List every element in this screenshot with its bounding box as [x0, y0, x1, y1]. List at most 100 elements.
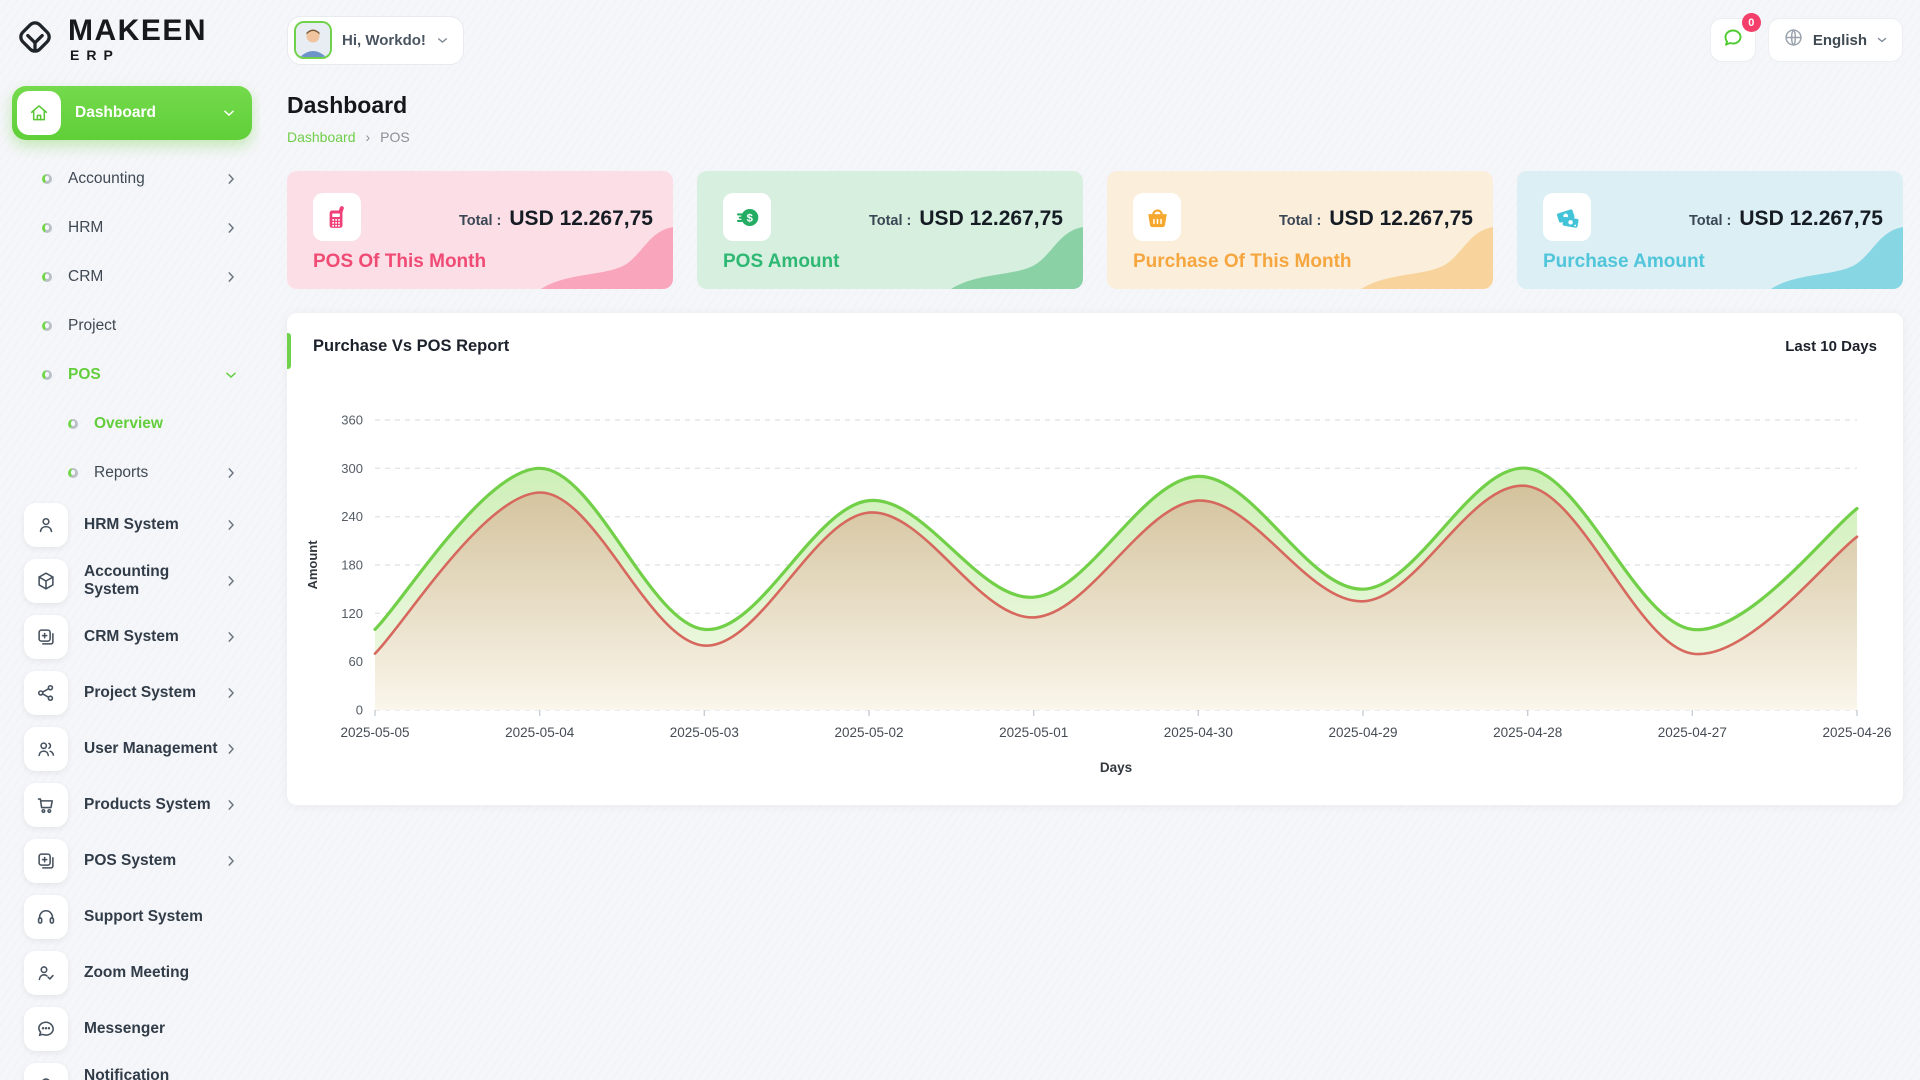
chevron-down-icon [1876, 34, 1888, 46]
chevron-right-icon [224, 686, 238, 700]
chevron-down-icon [224, 368, 238, 382]
sidebar-item-label: Messenger [84, 1020, 238, 1038]
sidebar-item-label: Project System [84, 684, 224, 702]
brand-mark-icon [12, 14, 58, 65]
bullet-icon [42, 321, 52, 331]
sidebar-item-label: Project [68, 317, 238, 335]
sidebar-item-label: Notification Template [84, 1067, 238, 1080]
breadcrumb-separator: › [366, 129, 371, 145]
chart-card: Purchase Vs POS Report Last 10 Days 0 60 1… [287, 313, 1903, 805]
chevron-right-icon [224, 466, 238, 480]
sidebar-menu: Dashboard Accounting HRM CRM Project POS Overv… [0, 66, 260, 1080]
chart-title: Purchase Vs POS Report [313, 337, 509, 356]
sidebar: MAKEEN ERP Dashboard Accounting HRM CRM Proj… [0, 0, 260, 1080]
sidebar-item-reports[interactable]: Reports [12, 448, 252, 497]
globe-icon [1783, 27, 1804, 53]
total-label: Total : [459, 213, 501, 229]
sidebar-item-project-system[interactable]: Project System [12, 665, 252, 721]
sidebar-item-crm[interactable]: CRM [12, 252, 252, 301]
chevron-right-icon [224, 221, 238, 235]
card-wave-decoration [1771, 225, 1903, 289]
svg-text:2025-05-04: 2025-05-04 [505, 725, 575, 740]
sidebar-item-label: Reports [94, 464, 224, 482]
overlap-squares-icon [24, 615, 68, 659]
sidebar-item-pos[interactable]: POS [12, 350, 252, 399]
chevron-right-icon [224, 574, 238, 588]
sidebar-item-notification-template[interactable]: Notification Template [12, 1057, 252, 1080]
sidebar-item-label: Overview [94, 415, 238, 433]
sidebar-item-label: Zoom Meeting [84, 964, 238, 982]
chevron-down-icon [222, 106, 236, 120]
basket-icon [1133, 193, 1181, 241]
breadcrumb-current: POS [380, 129, 410, 145]
card-wave-decoration [1361, 225, 1493, 289]
sidebar-item-crm-system[interactable]: CRM System [12, 609, 252, 665]
total-label: Total : [1689, 213, 1731, 229]
svg-text:300: 300 [341, 461, 363, 476]
chat-notification-icon [1721, 26, 1745, 55]
svg-text:2025-04-27: 2025-04-27 [1658, 725, 1727, 740]
svg-text:Amount: Amount [305, 540, 320, 590]
notification-badge: 0 [1742, 13, 1761, 32]
purchase-vs-pos-chart: 0601201802403003602025-05-052025-05-0420… [287, 356, 1903, 792]
chat-bubble-icon [24, 1007, 68, 1051]
card-title: Purchase Amount [1543, 251, 1705, 273]
sidebar-item-dashboard[interactable]: Dashboard [12, 86, 252, 140]
sidebar-item-label: POS System [84, 852, 224, 870]
sidebar-item-accounting[interactable]: Accounting [12, 154, 252, 203]
language-selector[interactable]: English [1768, 18, 1903, 62]
svg-text:60: 60 [349, 654, 363, 669]
svg-text:180: 180 [341, 558, 363, 573]
chevron-right-icon [224, 172, 238, 186]
pos-terminal-icon [313, 193, 361, 241]
sidebar-item-overview[interactable]: Overview [12, 399, 252, 448]
sidebar-item-support-system[interactable]: Support System [12, 889, 252, 945]
sidebar-item-zoom-meeting[interactable]: Zoom Meeting [12, 945, 252, 1001]
bell-icon [24, 1063, 68, 1080]
sidebar-item-messenger[interactable]: Messenger [12, 1001, 252, 1057]
main-area: Hi, Workdo! 0 [260, 0, 1920, 1080]
stat-card-purchase-of-this-month: Total :USD 12.267,75Purchase Of This Mon… [1107, 171, 1493, 289]
sidebar-item-products-system[interactable]: Products System [12, 777, 252, 833]
sidebar-item-label: Dashboard [75, 104, 222, 122]
chevron-right-icon [224, 854, 238, 868]
svg-text:2025-04-30: 2025-04-30 [1164, 725, 1233, 740]
bullet-icon [68, 419, 78, 429]
brand-name: MAKEEN [68, 16, 207, 46]
chevron-right-icon [224, 518, 238, 532]
sidebar-item-accounting-system[interactable]: Accounting System [12, 553, 252, 609]
total-amount: USD 12.267,75 [919, 207, 1063, 231]
sidebar-item-user-management[interactable]: User Management [12, 721, 252, 777]
bullet-icon [42, 174, 52, 184]
chart-range-label: Last 10 Days [1785, 338, 1877, 355]
share-nodes-icon [24, 671, 68, 715]
sidebar-item-hrm-system[interactable]: HRM System [12, 497, 252, 553]
chevron-right-icon [224, 630, 238, 644]
stat-cards-row: Total :USD 12.267,75POS Of This Month$To… [287, 171, 1903, 289]
sidebar-item-pos-system[interactable]: POS System [12, 833, 252, 889]
svg-text:0: 0 [356, 703, 363, 718]
breadcrumb-dashboard-link[interactable]: Dashboard [287, 129, 356, 145]
sidebar-item-project[interactable]: Project [12, 301, 252, 350]
brand-logo[interactable]: MAKEEN ERP [0, 8, 260, 66]
sidebar-item-label: HRM [68, 219, 224, 237]
total-amount: USD 12.267,75 [509, 207, 653, 231]
sidebar-item-label: Products System [84, 796, 224, 814]
notifications-button[interactable]: 0 [1710, 18, 1756, 62]
svg-text:120: 120 [341, 606, 363, 621]
user-menu[interactable]: Hi, Workdo! [287, 16, 464, 65]
chevron-right-icon [224, 798, 238, 812]
user-greeting: Hi, Workdo! [342, 32, 426, 49]
home-icon [17, 91, 61, 135]
stat-card-pos-of-this-month: Total :USD 12.267,75POS Of This Month [287, 171, 673, 289]
svg-text:Days: Days [1100, 760, 1132, 775]
card-title: Purchase Of This Month [1133, 251, 1352, 273]
chevron-right-icon [224, 270, 238, 284]
avatar [294, 21, 332, 59]
sidebar-item-hrm[interactable]: HRM [12, 203, 252, 252]
person-check-icon [24, 951, 68, 995]
topbar: Hi, Workdo! 0 [287, 0, 1903, 70]
sidebar-item-label: HRM System [84, 516, 224, 534]
card-wave-decoration [951, 225, 1083, 289]
svg-text:$: $ [746, 212, 753, 224]
